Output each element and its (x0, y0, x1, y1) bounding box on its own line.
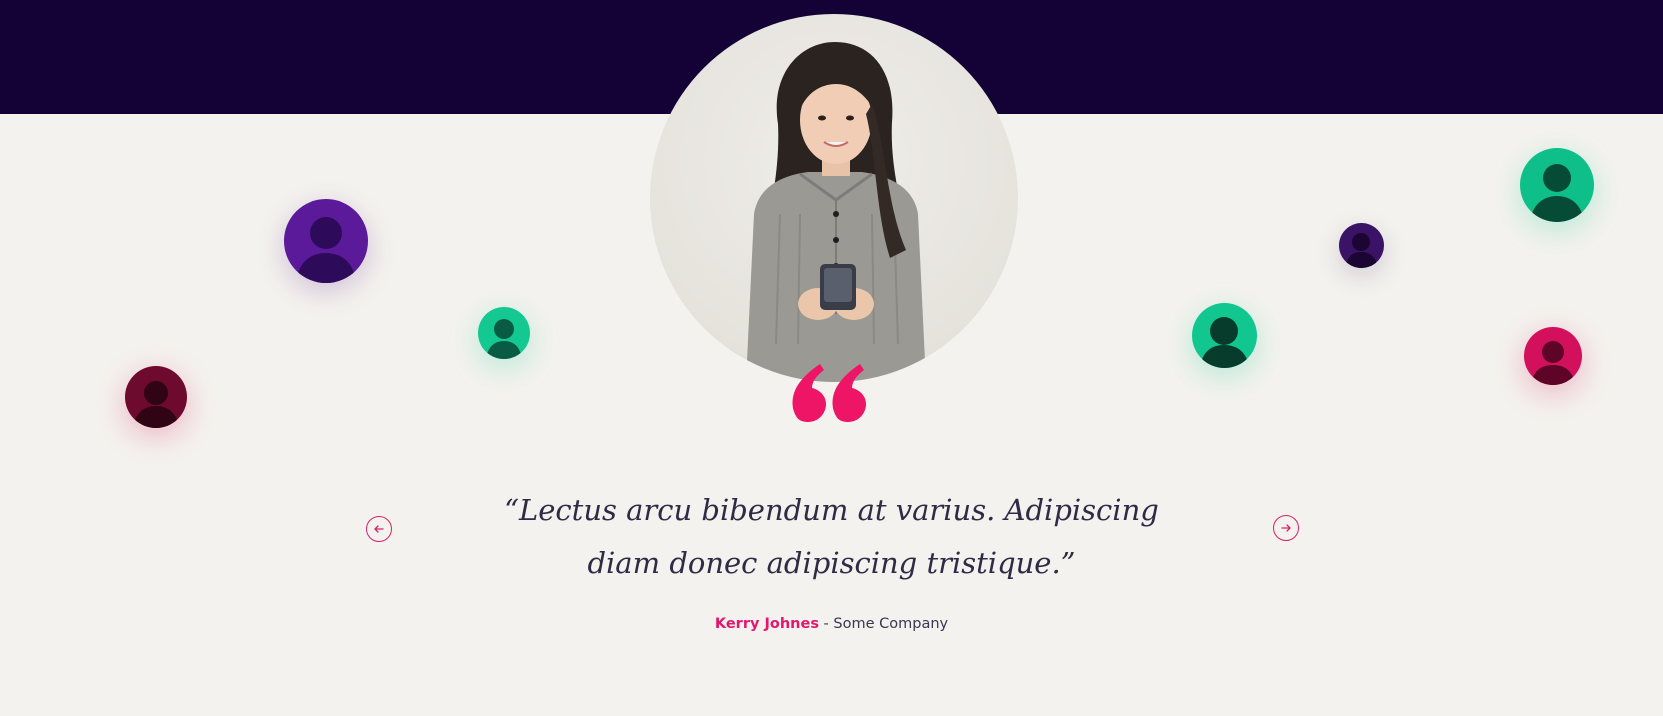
avatar-magenta-man[interactable] (1524, 327, 1582, 385)
featured-portrait (650, 14, 1018, 382)
avatar-crimson-man[interactable] (125, 366, 187, 428)
attribution-separator: - (818, 616, 834, 632)
arrow-left-icon (374, 525, 384, 533)
avatar-green-woman-right[interactable] (1520, 148, 1594, 222)
person-silhouette-icon (1530, 164, 1584, 222)
person-silhouette-icon (1531, 341, 1575, 385)
person-silhouette-icon (296, 217, 356, 283)
person-silhouette-icon (486, 319, 522, 359)
testimonial-attribution: Kerry Johnes - Some Company (0, 616, 1663, 632)
person-silhouette-icon (133, 381, 179, 428)
prev-testimonial-button[interactable] (366, 516, 392, 542)
quote-mark-icon (790, 352, 870, 432)
testimonial-quote: “Lectus arcu bibendum at varius. Adipisc… (480, 484, 1183, 590)
testimonial-author: Kerry Johnes (714, 616, 819, 632)
person-silhouette-icon (1200, 317, 1249, 368)
testimonial-quote-line-2: diam donec adipiscing tristique.” (587, 546, 1076, 580)
person-silhouette-icon (1345, 233, 1378, 268)
arrow-right-icon (1281, 524, 1291, 532)
avatar-green-woman-left[interactable] (478, 307, 530, 359)
testimonial-quote-line-1: “Lectus arcu bibendum at varius. Adipisc… (504, 493, 1159, 527)
featured-portrait-image (746, 42, 926, 382)
avatar-dark-purple[interactable] (1339, 223, 1384, 268)
avatar-purple-man[interactable] (284, 199, 368, 283)
testimonial-company: Some Company (833, 616, 949, 632)
avatar-green-woman-center[interactable] (1192, 303, 1257, 368)
next-testimonial-button[interactable] (1273, 515, 1299, 541)
